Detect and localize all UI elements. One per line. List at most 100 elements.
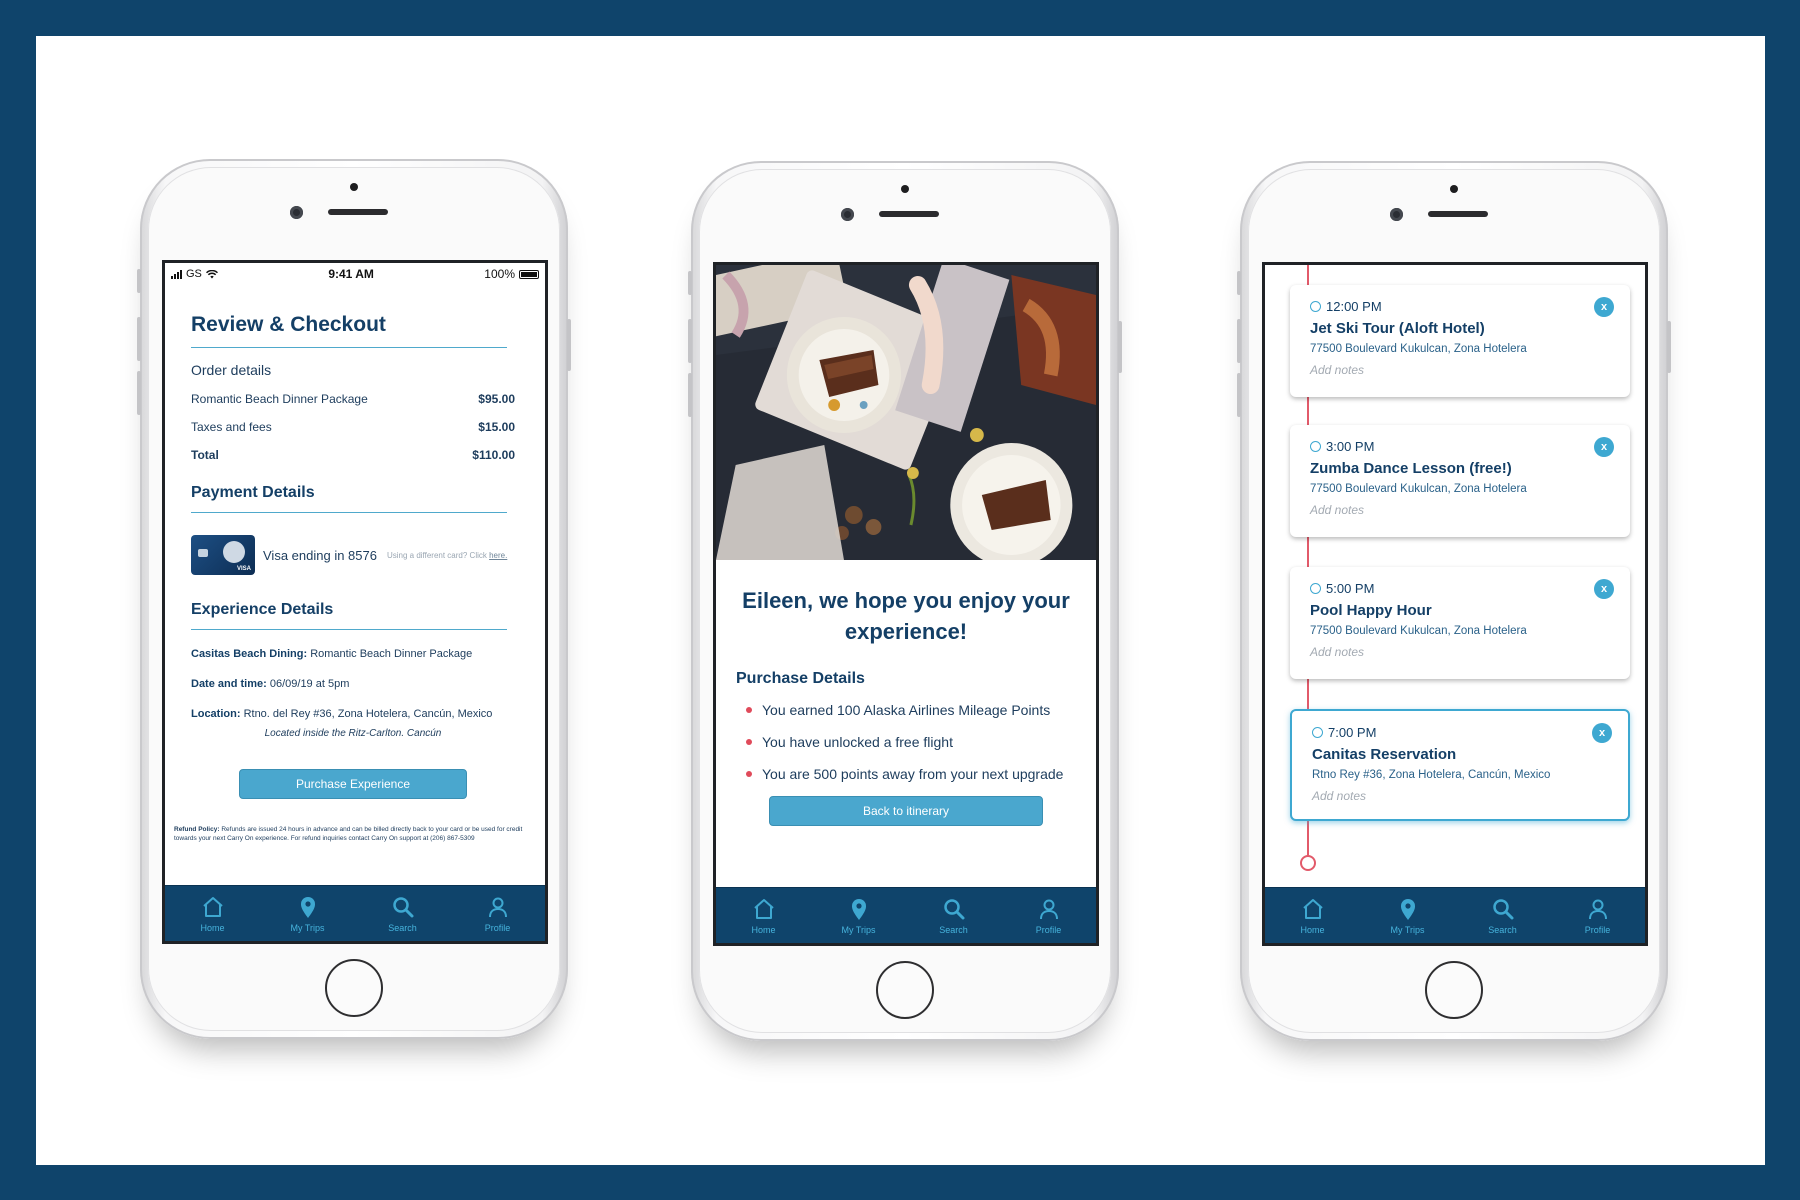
- purchase-details-heading: Purchase Details: [736, 669, 865, 687]
- map-pin-icon: [851, 899, 866, 920]
- itinerary-event-card[interactable]: 3:00 PM Zumba Dance Lesson (free!) 77500…: [1290, 425, 1630, 537]
- credit-card-image: VISA: [191, 535, 255, 575]
- home-button: [325, 959, 383, 1017]
- event-address: 77500 Boulevard Kukulcan, Zona Hotelera: [1310, 625, 1527, 637]
- front-camera: [1390, 208, 1403, 221]
- checkout-screen: GS 9:41 AM 100% Review & Checkout Order …: [162, 260, 548, 944]
- tab-home[interactable]: Home: [173, 894, 253, 933]
- order-total-label: Total: [191, 448, 219, 462]
- phone-confirmation: Eileen, we hope you enjoy your experienc…: [688, 161, 1122, 1041]
- tab-profile[interactable]: Profile: [1558, 896, 1638, 935]
- clock-icon: [1310, 301, 1321, 312]
- remove-event-button[interactable]: x: [1594, 437, 1614, 457]
- remove-event-button[interactable]: x: [1594, 297, 1614, 317]
- home-button: [1425, 961, 1483, 1019]
- order-total: Total $110.00: [191, 448, 515, 462]
- event-time: 3:00 PM: [1326, 439, 1375, 454]
- event-address: 77500 Boulevard Kukulcan, Zona Hotelera: [1310, 483, 1527, 495]
- location-detail: Location: Rtno. del Rey #36, Zona Hotele…: [191, 708, 493, 720]
- confirmation-screen: Eileen, we hope you enjoy your experienc…: [713, 262, 1099, 946]
- list-item: You earned 100 Alaska Airlines Mileage P…: [736, 694, 1076, 726]
- thank-you-headline: Eileen, we hope you enjoy your experienc…: [742, 588, 1070, 644]
- add-notes-field[interactable]: Add notes: [1312, 789, 1628, 803]
- refund-policy: Refund Policy: Refunds are issued 24 hou…: [174, 826, 523, 843]
- page-title: Review & Checkout: [191, 313, 386, 336]
- purchase-experience-button[interactable]: Purchase Experience: [239, 769, 467, 799]
- clock-icon: [1310, 441, 1321, 452]
- front-camera: [290, 206, 303, 219]
- tab-search[interactable]: Search: [363, 894, 443, 933]
- payment-details-heading: Payment Details: [191, 484, 315, 501]
- experience-details-heading: Experience Details: [191, 601, 334, 618]
- phone-itinerary: 12:00 PM Jet Ski Tour (Aloft Hotel) 7750…: [1237, 161, 1671, 1041]
- order-line-value: $15.00: [478, 420, 515, 434]
- tab-home[interactable]: Home: [724, 896, 804, 935]
- change-card-link[interactable]: here.: [489, 551, 507, 560]
- phone-checkout: GS 9:41 AM 100% Review & Checkout Order …: [137, 159, 571, 1039]
- dining-detail: Casitas Beach Dining: Romantic Beach Din…: [191, 648, 473, 660]
- search-icon: [943, 899, 964, 920]
- home-icon: [753, 899, 774, 919]
- presentation-canvas: GS 9:41 AM 100% Review & Checkout Order …: [36, 36, 1765, 1165]
- wifi-icon: [205, 269, 218, 278]
- battery-icon: [519, 269, 539, 279]
- event-title: Jet Ski Tour (Aloft Hotel): [1310, 320, 1485, 337]
- map-pin-icon: [1400, 899, 1415, 920]
- battery-percent: 100%: [484, 267, 515, 281]
- status-bar: GS 9:41 AM 100%: [165, 263, 545, 285]
- tab-bar: Home My Trips Search Profile: [1265, 887, 1645, 943]
- tab-profile[interactable]: Profile: [458, 894, 538, 933]
- add-notes-field[interactable]: Add notes: [1310, 503, 1630, 517]
- itinerary-event-card[interactable]: 12:00 PM Jet Ski Tour (Aloft Hotel) 7750…: [1290, 285, 1630, 397]
- list-item: You are 500 points away from your next u…: [736, 758, 1076, 790]
- itinerary-event-card[interactable]: 5:00 PM Pool Happy Hour 77500 Boulevard …: [1290, 567, 1630, 679]
- card-ending-label: Visa ending in 8576: [263, 547, 377, 563]
- tab-search[interactable]: Search: [914, 896, 994, 935]
- event-title: Canitas Reservation: [1312, 746, 1457, 763]
- event-address: 77500 Boulevard Kukulcan, Zona Hotelera: [1310, 343, 1527, 355]
- add-notes-field[interactable]: Add notes: [1310, 645, 1630, 659]
- signal-icon: [171, 269, 182, 279]
- change-card-hint: Using a different card? Click here.: [386, 550, 508, 560]
- tab-my-trips[interactable]: My Trips: [819, 896, 899, 935]
- tab-search[interactable]: Search: [1463, 896, 1543, 935]
- order-line: Taxes and fees $15.00: [191, 420, 515, 434]
- tab-home[interactable]: Home: [1273, 896, 1353, 935]
- search-icon: [1492, 899, 1513, 920]
- location-note: Located inside the Ritz-Carlton. Cancún: [264, 728, 442, 739]
- user-icon: [1588, 899, 1607, 920]
- tab-my-trips[interactable]: My Trips: [1368, 896, 1448, 935]
- home-icon: [1302, 899, 1323, 919]
- user-icon: [488, 897, 507, 918]
- event-title: Zumba Dance Lesson (free!): [1310, 460, 1512, 477]
- tab-profile[interactable]: Profile: [1009, 896, 1089, 935]
- purchase-details-list: You earned 100 Alaska Airlines Mileage P…: [736, 694, 1076, 790]
- tab-bar: Home My Trips Search Profile: [165, 885, 545, 941]
- map-pin-icon: [300, 897, 315, 918]
- tab-my-trips[interactable]: My Trips: [268, 894, 348, 933]
- back-to-itinerary-button[interactable]: Back to itinerary: [769, 795, 1043, 826]
- speaker-grille: [1428, 211, 1488, 217]
- timeline-end-dot: [1300, 855, 1316, 871]
- remove-event-button[interactable]: x: [1592, 723, 1612, 743]
- itinerary-screen: 12:00 PM Jet Ski Tour (Aloft Hotel) 7750…: [1262, 262, 1648, 946]
- add-notes-field[interactable]: Add notes: [1310, 363, 1630, 377]
- payment-card-row[interactable]: VISA Visa ending in 8576 Using a differe…: [191, 535, 515, 575]
- dinner-photo: [716, 265, 1096, 560]
- clock-label: 9:41 AM: [328, 267, 374, 281]
- speaker-grille: [328, 209, 388, 215]
- home-icon: [202, 897, 223, 917]
- order-total-value: $110.00: [472, 448, 515, 462]
- order-line-value: $95.00: [478, 392, 515, 406]
- order-line: Romantic Beach Dinner Package $95.00: [191, 392, 515, 406]
- list-item: You have unlocked a free flight: [736, 726, 1076, 758]
- clock-icon: [1310, 583, 1321, 594]
- speaker-grille: [879, 211, 939, 217]
- user-icon: [1039, 899, 1058, 920]
- remove-event-button[interactable]: x: [1594, 579, 1614, 599]
- event-time: 5:00 PM: [1326, 581, 1375, 596]
- order-line-label: Romantic Beach Dinner Package: [191, 392, 368, 406]
- itinerary-event-card-selected[interactable]: 7:00 PM Canitas Reservation Rtno Rey #36…: [1290, 709, 1630, 821]
- event-time: 7:00 PM: [1328, 725, 1377, 740]
- home-button: [876, 961, 934, 1019]
